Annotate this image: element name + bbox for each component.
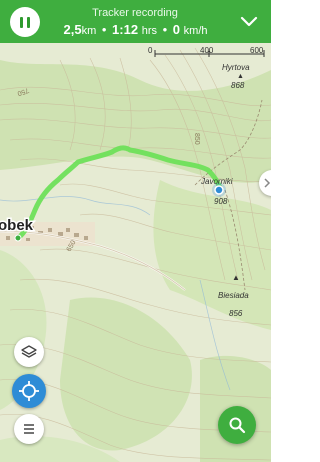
current-location-marker: [212, 183, 226, 197]
my-location-icon: [19, 381, 39, 401]
peak-top-elev: 868: [231, 81, 245, 90]
my-location-button[interactable]: [12, 374, 46, 408]
speed-value: 0: [172, 22, 181, 37]
peak-biesiada-elev: 856: [229, 309, 243, 318]
layers-icon: [21, 345, 37, 358]
distance-value: 2,5: [63, 22, 82, 37]
chevron-down-icon[interactable]: [239, 11, 259, 31]
peak-biesiada-name: Biesiada: [218, 291, 249, 300]
layers-button[interactable]: [14, 337, 44, 367]
place-label: obek: [0, 217, 34, 234]
svg-text:▲: ▲: [232, 273, 240, 282]
track-start-marker: [14, 234, 22, 242]
scale-bar: 0 400 600: [148, 46, 266, 62]
search-icon: [229, 417, 246, 434]
tracker-status-bar: Tracker recording 2,5km • 1:12 hrs • 0 k…: [0, 0, 271, 43]
duration-value: 1:12: [112, 22, 139, 37]
scale-mid-label: 400: [200, 46, 214, 55]
separator: •: [162, 22, 168, 37]
map-screen: 850 750 650 Hyrtova 868 Javorniki 908 Bi…: [0, 0, 271, 462]
chevron-right-icon: [264, 178, 271, 188]
contour-label-850: 850: [193, 133, 200, 145]
separator: •: [101, 22, 107, 37]
pause-button[interactable]: [10, 7, 40, 37]
distance-unit: km: [81, 25, 97, 37]
peak-javorniki-elev: 908: [214, 197, 228, 206]
search-button[interactable]: [218, 406, 256, 444]
scale-start-label: 0: [148, 46, 153, 55]
menu-icon: [24, 424, 34, 434]
tracker-stats: 2,5km • 1:12 hrs • 0 km/h: [48, 22, 223, 37]
menu-button[interactable]: [14, 414, 44, 444]
tracker-title: Tracker recording: [92, 7, 178, 19]
pause-icon: [20, 16, 23, 28]
svg-text:▲: ▲: [237, 73, 244, 80]
speed-unit: km/h: [183, 25, 208, 37]
peak-top-name: Hyrtova: [222, 63, 250, 72]
scale-end-label: 600: [250, 46, 264, 55]
duration-unit: hrs: [141, 25, 157, 37]
